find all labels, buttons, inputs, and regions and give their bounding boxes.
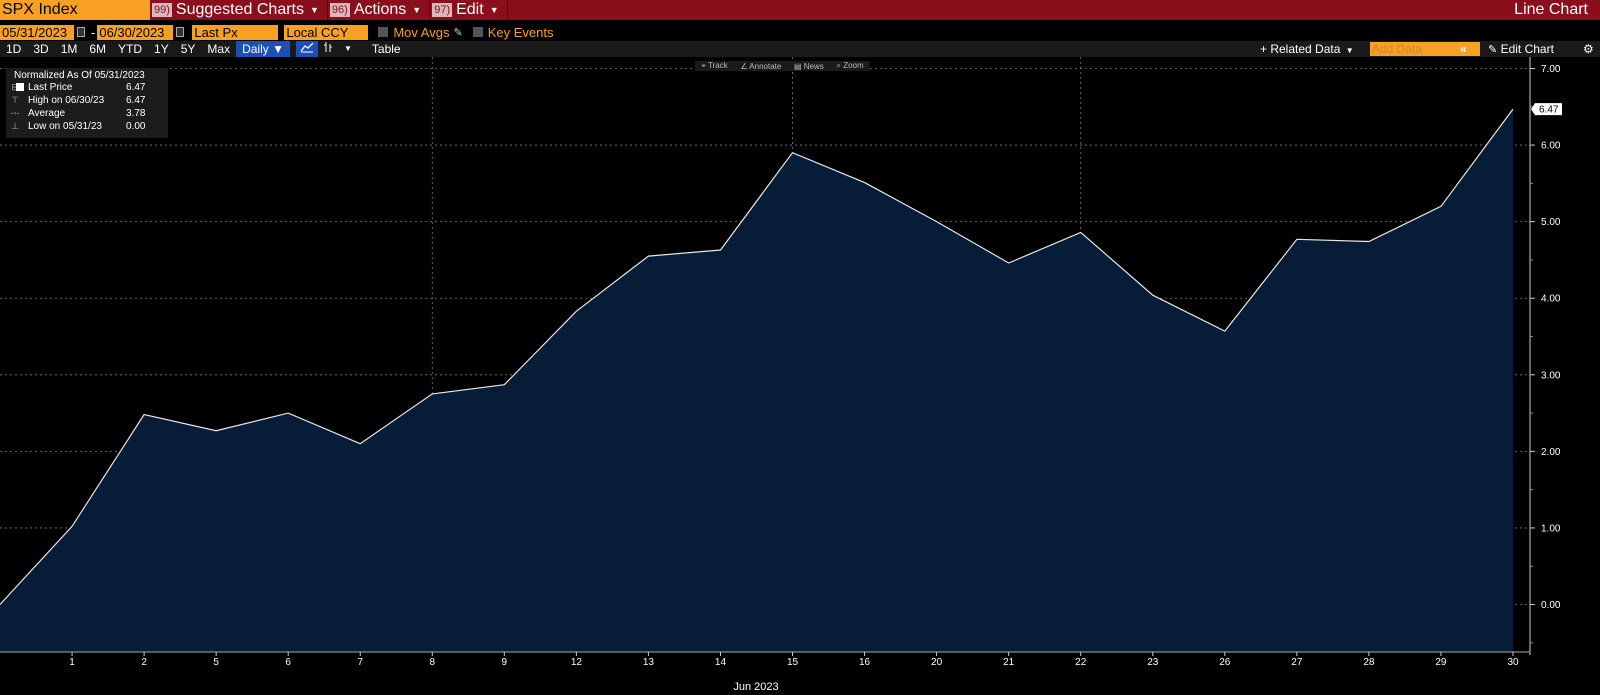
x-tick-label: 7 xyxy=(357,657,363,668)
y-tick-label: 6.00 xyxy=(1541,141,1561,152)
y-tick-label: 7.00 xyxy=(1541,64,1561,75)
annotate-tool[interactable]: ∠ Annotate xyxy=(740,62,781,71)
y-tick-label: 2.00 xyxy=(1541,447,1561,458)
track-tool[interactable]: ⌖ Track xyxy=(701,61,727,71)
y-tick-label: 5.00 xyxy=(1541,217,1561,228)
legend-label: Low on 05/31/23 xyxy=(28,121,102,132)
legend-header: Normalized As Of 05/31/2023 xyxy=(14,70,145,81)
x-tick-label: 14 xyxy=(715,657,727,668)
x-tick-label: 13 xyxy=(643,657,655,668)
y-tick-label: 4.00 xyxy=(1541,294,1561,305)
legend-value: 6.47 xyxy=(126,82,146,93)
x-tick-label: 29 xyxy=(1435,657,1447,668)
legend-value: 3.78 xyxy=(126,108,146,119)
x-tick-label: 30 xyxy=(1507,657,1519,668)
legend-row: ⊥ Low on 05/31/23 0.00 xyxy=(6,120,168,133)
x-tick-label: 2 xyxy=(141,657,147,668)
series-area xyxy=(0,109,1513,653)
x-tick-label: 8 xyxy=(430,657,436,668)
high-marker-icon: ⊤ xyxy=(11,95,19,105)
legend-row: ⊟ Last Price 6.47 xyxy=(6,81,168,94)
legend-value: 0.00 xyxy=(126,121,146,132)
chart-tools: ⌖ Track ∠ Annotate ▤ News ⌕ Zoom xyxy=(695,61,870,71)
x-tick-label: 12 xyxy=(571,657,583,668)
x-tick-label: 26 xyxy=(1219,657,1231,668)
legend-panel: Normalized As Of 05/31/2023 ⊟ Last Price… xyxy=(6,68,168,138)
legend-row: -◦- Average 3.78 xyxy=(6,107,168,120)
last-value-label: 6.47 xyxy=(1539,105,1559,116)
x-tick-label: 6 xyxy=(285,657,291,668)
x-tick-label: 27 xyxy=(1291,657,1303,668)
low-marker-icon: ⊥ xyxy=(11,121,19,131)
legend-swatch xyxy=(16,81,24,95)
news-tool[interactable]: ▤ News xyxy=(794,62,824,71)
legend-value: 6.47 xyxy=(126,95,146,106)
x-tick-label: 1 xyxy=(69,657,75,668)
legend-label: High on 06/30/23 xyxy=(28,95,105,106)
x-tick-label: 5 xyxy=(213,657,219,668)
x-tick-label: 20 xyxy=(931,657,943,668)
average-marker-icon: -◦- xyxy=(10,108,20,118)
legend-row: ⊤ High on 06/30/23 6.47 xyxy=(6,94,168,107)
x-tick-label: 23 xyxy=(1147,657,1159,668)
x-tick-label: 28 xyxy=(1363,657,1375,668)
zoom-tool[interactable]: ⌕ Zoom xyxy=(836,61,863,71)
y-tick-label: 0.00 xyxy=(1541,600,1561,611)
x-tick-label: 16 xyxy=(859,657,871,668)
y-tick-label: 1.00 xyxy=(1541,523,1561,534)
legend-label: Average xyxy=(28,108,66,119)
line-chart[interactable]: 0.001.002.003.004.005.006.007.001 2 5 6 7 8 9 1… xyxy=(0,0,1600,695)
x-tick-label: 15 xyxy=(787,657,799,668)
legend-label: Last Price xyxy=(28,82,73,93)
x-tick-label: 22 xyxy=(1075,657,1087,668)
x-tick-label: 21 xyxy=(1003,657,1015,668)
x-axis-label: Jun 2023 xyxy=(733,681,778,693)
x-tick-label: 9 xyxy=(502,657,508,668)
y-tick-label: 3.00 xyxy=(1541,370,1561,381)
